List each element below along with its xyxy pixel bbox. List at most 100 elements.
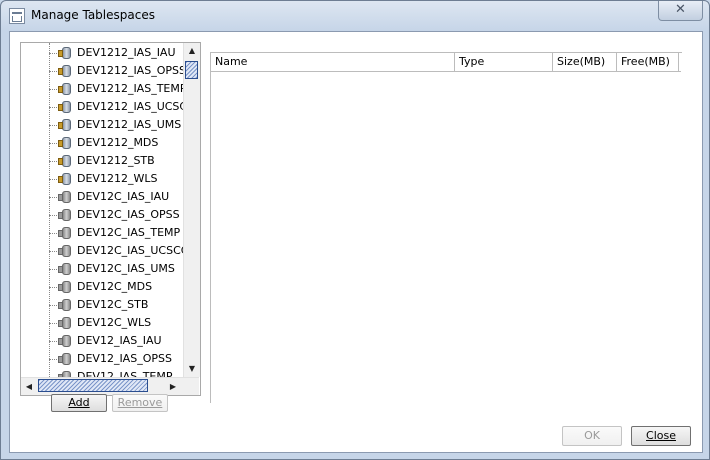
tree-connector-hook bbox=[49, 269, 57, 270]
vertical-scroll-thumb[interactable] bbox=[185, 61, 198, 79]
tree-item[interactable]: DEV12C_IAS_UCSCC bbox=[49, 242, 183, 260]
tree-item-label: DEV12_IAS_TEMP bbox=[77, 370, 173, 377]
database-gray-icon bbox=[58, 279, 74, 295]
table-header: Name Type Size(MB) Free(MB) bbox=[211, 53, 681, 72]
tree-item[interactable]: DEV12C_STB bbox=[49, 296, 183, 314]
tree-connector-hook bbox=[49, 53, 57, 54]
database-gray-icon bbox=[58, 297, 74, 313]
tree-connector-hook bbox=[49, 89, 57, 90]
database-gold-icon bbox=[58, 99, 74, 115]
tree-item[interactable]: DEV1212_IAS_IAU bbox=[49, 44, 183, 62]
database-gray-icon bbox=[58, 261, 74, 277]
title-bar: Manage Tablespaces ✕ bbox=[1, 1, 709, 31]
tree-item[interactable]: DEV12_IAS_IAU bbox=[49, 332, 183, 350]
window-title: Manage Tablespaces bbox=[31, 8, 155, 22]
tree-connector-hook bbox=[49, 287, 57, 288]
database-gray-icon bbox=[58, 225, 74, 241]
tree-list: DEV1212_IAS_IAU DEV1212_IAS_OPSS DEV1212_I… bbox=[21, 43, 183, 377]
tree-item-label: DEV12C_IAS_UMS bbox=[77, 262, 175, 275]
database-gray-icon bbox=[58, 369, 74, 377]
tree-item[interactable]: DEV12C_WLS bbox=[49, 314, 183, 332]
database-gray-icon bbox=[58, 243, 74, 259]
tree-connector-hook bbox=[49, 125, 57, 126]
tree-item-label: DEV1212_STB bbox=[77, 154, 155, 167]
database-gold-icon bbox=[58, 63, 74, 79]
tablespace-tree[interactable]: DEV1212_IAS_IAU DEV1212_IAS_OPSS DEV1212_I… bbox=[20, 42, 201, 396]
database-gold-icon bbox=[58, 81, 74, 97]
app-icon bbox=[9, 8, 25, 24]
tree-item-label: DEV1212_IAS_UMS bbox=[77, 118, 182, 131]
tree-item-label: DEV12C_IAS_UCSCC bbox=[77, 244, 183, 257]
tree-item[interactable]: DEV12_IAS_OPSS bbox=[49, 350, 183, 368]
remove-button-label: Remove bbox=[117, 396, 163, 409]
tree-item[interactable]: DEV12C_IAS_TEMP bbox=[49, 224, 183, 242]
tree-item[interactable]: DEV12C_IAS_IAU bbox=[49, 188, 183, 206]
tree-item[interactable]: DEV1212_IAS_UCSC bbox=[49, 98, 183, 116]
tree-item-label: DEV1212_WLS bbox=[77, 172, 158, 185]
database-gold-icon bbox=[58, 153, 74, 169]
tree-item[interactable]: DEV1212_WLS bbox=[49, 170, 183, 188]
tree-item[interactable]: DEV1212_IAS_OPSS bbox=[49, 62, 183, 80]
close-button-label: Close bbox=[646, 429, 676, 442]
database-gold-icon bbox=[58, 117, 74, 133]
scroll-right-arrow-icon[interactable]: ▶ bbox=[165, 378, 181, 395]
tree-item-label: DEV1212_IAS_IAU bbox=[77, 46, 176, 59]
tree-item[interactable]: DEV12C_IAS_UMS bbox=[49, 260, 183, 278]
tree-item[interactable]: DEV1212_IAS_TEMP bbox=[49, 80, 183, 98]
database-gray-icon bbox=[58, 333, 74, 349]
scroll-left-arrow-icon[interactable]: ◀ bbox=[21, 378, 37, 395]
tree-item[interactable]: DEV12C_MDS bbox=[49, 278, 183, 296]
add-button[interactable]: Add bbox=[51, 394, 107, 412]
remove-button[interactable]: Remove bbox=[112, 394, 168, 412]
tree-item-label: DEV1212_IAS_TEMP bbox=[77, 82, 183, 95]
tree-connector-hook bbox=[49, 233, 57, 234]
tree-item-label: DEV12C_IAS_IAU bbox=[77, 190, 170, 203]
column-header-name[interactable]: Name bbox=[211, 53, 455, 71]
tree-item-label: DEV12C_WLS bbox=[77, 316, 152, 329]
tree-connector-hook bbox=[49, 215, 57, 216]
scroll-up-arrow-icon[interactable]: ▲ bbox=[184, 43, 200, 59]
tree-item-label: DEV12C_IAS_OPSS bbox=[77, 208, 180, 221]
tree-item[interactable]: DEV1212_IAS_UMS bbox=[49, 116, 183, 134]
tree-connector-hook bbox=[49, 161, 57, 162]
tree-item-label: DEV1212_IAS_OPSS bbox=[77, 64, 183, 77]
tree-item[interactable]: DEV12C_IAS_OPSS bbox=[49, 206, 183, 224]
column-header-size[interactable]: Size(MB) bbox=[553, 53, 617, 71]
tree-item-label: DEV1212_IAS_UCSC bbox=[77, 100, 183, 113]
database-gray-icon bbox=[58, 315, 74, 331]
scroll-down-arrow-icon[interactable]: ▼ bbox=[184, 361, 200, 377]
window-close-button[interactable]: ✕ bbox=[658, 1, 703, 21]
tree-connector-hook bbox=[49, 71, 57, 72]
database-gray-icon bbox=[58, 351, 74, 367]
tree-item[interactable]: DEV1212_MDS bbox=[49, 134, 183, 152]
tablespace-table[interactable]: Name Type Size(MB) Free(MB) bbox=[210, 52, 682, 403]
tree-item[interactable]: DEV1212_STB bbox=[49, 152, 183, 170]
tree-connector-hook bbox=[49, 305, 57, 306]
tree-item-label: DEV12C_STB bbox=[77, 298, 149, 311]
dialog-body: DEV1212_IAS_IAU DEV1212_IAS_OPSS DEV1212_I… bbox=[9, 31, 703, 453]
horizontal-scroll-thumb[interactable] bbox=[38, 379, 148, 392]
tree-item[interactable]: DEV12_IAS_TEMP bbox=[49, 368, 183, 377]
column-header-type[interactable]: Type bbox=[455, 53, 553, 71]
tree-connector-hook bbox=[49, 251, 57, 252]
tree-item-label: DEV12C_IAS_TEMP bbox=[77, 226, 181, 239]
tree-vertical-scrollbar[interactable]: ▲ ▼ bbox=[183, 43, 200, 377]
tree-horizontal-scrollbar[interactable]: ◀ ▶ bbox=[21, 377, 199, 395]
column-header-free[interactable]: Free(MB) bbox=[617, 53, 679, 71]
ok-button[interactable]: OK bbox=[562, 426, 622, 446]
tree-connector-hook bbox=[49, 359, 57, 360]
database-gray-icon bbox=[58, 207, 74, 223]
database-gold-icon bbox=[58, 45, 74, 61]
close-button[interactable]: Close bbox=[631, 426, 691, 446]
ok-button-label: OK bbox=[584, 429, 600, 442]
tree-item-label: DEV12_IAS_OPSS bbox=[77, 352, 172, 365]
database-gray-icon bbox=[58, 189, 74, 205]
tree-connector-hook bbox=[49, 323, 57, 324]
tree-connector-hook bbox=[49, 179, 57, 180]
tree-connector-hook bbox=[49, 197, 57, 198]
manage-tablespaces-dialog: Manage Tablespaces ✕ DEV1212_IAS_IAU DEV1… bbox=[0, 0, 710, 460]
database-gold-icon bbox=[58, 135, 74, 151]
tree-item-label: DEV12_IAS_IAU bbox=[77, 334, 162, 347]
tree-connector-hook bbox=[49, 107, 57, 108]
close-icon: ✕ bbox=[675, 2, 686, 17]
